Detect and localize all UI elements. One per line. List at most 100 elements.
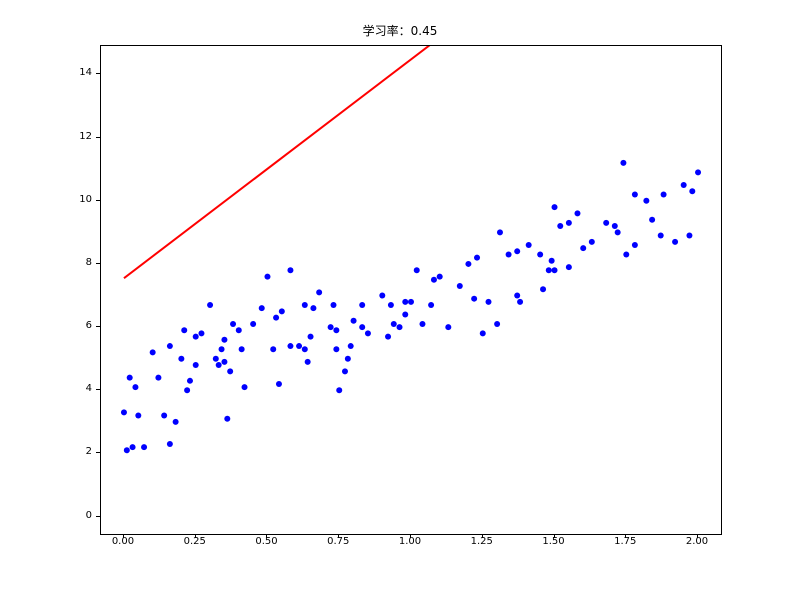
- scatter-point: [342, 368, 348, 374]
- scatter-point: [689, 188, 695, 194]
- scatter-point: [681, 182, 687, 188]
- scatter-point: [331, 302, 337, 308]
- x-tick-mark: [266, 534, 267, 538]
- scatter-point: [167, 441, 173, 447]
- scatter-point: [227, 368, 233, 374]
- scatter-point: [221, 337, 227, 343]
- scatter-point: [546, 267, 552, 273]
- scatter-point: [239, 346, 245, 352]
- y-tick-label: 14: [52, 67, 92, 78]
- y-tick-mark: [96, 516, 100, 517]
- scatter-point: [494, 321, 500, 327]
- x-tick-mark: [554, 534, 555, 538]
- y-tick-mark: [96, 137, 100, 138]
- scatter-point: [615, 229, 621, 235]
- scatter-point: [549, 258, 555, 264]
- scatter-point: [566, 220, 572, 226]
- scatter-point: [603, 220, 609, 226]
- scatter-point: [379, 293, 385, 299]
- scatter-point: [287, 267, 293, 273]
- scatter-point: [348, 343, 354, 349]
- scatter-point: [414, 267, 420, 273]
- scatter-point: [566, 264, 572, 270]
- scatter-point: [193, 362, 199, 368]
- scatter-point: [308, 334, 314, 340]
- y-tick-label: 4: [52, 383, 92, 394]
- chart-figure: 学习率：0.45 0.000.250.500.751.001.251.501.7…: [0, 0, 800, 600]
- scatter-point: [333, 327, 339, 333]
- scatter-point: [276, 381, 282, 387]
- scatter-point: [437, 274, 443, 280]
- scatter-point: [457, 283, 463, 289]
- scatter-point: [623, 251, 629, 257]
- scatter-point: [580, 245, 586, 251]
- scatter-point: [155, 375, 161, 381]
- x-tick-mark: [697, 534, 698, 538]
- scatter-point: [445, 324, 451, 330]
- scatter-point: [305, 359, 311, 365]
- x-tick-mark: [482, 534, 483, 538]
- scatter-point: [486, 299, 492, 305]
- scatter-point: [333, 346, 339, 352]
- fit-line: [124, 46, 698, 278]
- scatter-point: [385, 334, 391, 340]
- scatter-point: [695, 169, 701, 175]
- scatter-point: [672, 239, 678, 245]
- scatter-point: [402, 311, 408, 317]
- scatter-point: [465, 261, 471, 267]
- scatter-point: [193, 334, 199, 340]
- y-tick-mark: [96, 200, 100, 201]
- scatter-point: [514, 293, 520, 299]
- scatter-point: [279, 308, 285, 314]
- scatter-point: [359, 324, 365, 330]
- scatter-point: [612, 223, 618, 229]
- scatter-point: [259, 305, 265, 311]
- scatter-point: [167, 343, 173, 349]
- scatter-point: [686, 233, 692, 239]
- scatter-point: [124, 447, 130, 453]
- scatter-point: [351, 318, 357, 324]
- scatter-point: [557, 223, 563, 229]
- scatter-point: [273, 315, 279, 321]
- scatter-point: [632, 242, 638, 248]
- y-tick-label: 10: [52, 194, 92, 205]
- y-tick-mark: [96, 326, 100, 327]
- scatter-point: [127, 375, 133, 381]
- scatter-point: [296, 343, 302, 349]
- scatter-point: [216, 362, 222, 368]
- scatter-point: [224, 416, 230, 422]
- y-tick-mark: [96, 452, 100, 453]
- scatter-point: [552, 267, 558, 273]
- y-tick-label: 6: [52, 320, 92, 331]
- scatter-point: [474, 255, 480, 261]
- scatter-point: [302, 302, 308, 308]
- scatter-point: [574, 210, 580, 216]
- scatter-point: [150, 349, 156, 355]
- scatter-point: [135, 413, 141, 419]
- scatter-point: [506, 251, 512, 257]
- x-tick-mark: [338, 534, 339, 538]
- scatter-point: [130, 444, 136, 450]
- scatter-point: [213, 356, 219, 362]
- scatter-point: [480, 330, 486, 336]
- scatter-point: [540, 286, 546, 292]
- scatter-point: [173, 419, 179, 425]
- y-tick-label: 8: [52, 257, 92, 268]
- scatter-point: [643, 198, 649, 204]
- scatter-point: [632, 191, 638, 197]
- scatter-point: [514, 248, 520, 254]
- y-tick-mark: [96, 263, 100, 264]
- scatter-point: [287, 343, 293, 349]
- scatter-point: [184, 387, 190, 393]
- scatter-point: [345, 356, 351, 362]
- scatter-point: [431, 277, 437, 283]
- scatter-point: [517, 299, 523, 305]
- y-tick-label: 0: [52, 510, 92, 521]
- scatter-point: [589, 239, 595, 245]
- scatter-point: [408, 299, 414, 305]
- scatter-point: [141, 444, 147, 450]
- scatter-point: [397, 324, 403, 330]
- y-tick-mark: [96, 73, 100, 74]
- scatter-point: [471, 296, 477, 302]
- scatter-point: [365, 330, 371, 336]
